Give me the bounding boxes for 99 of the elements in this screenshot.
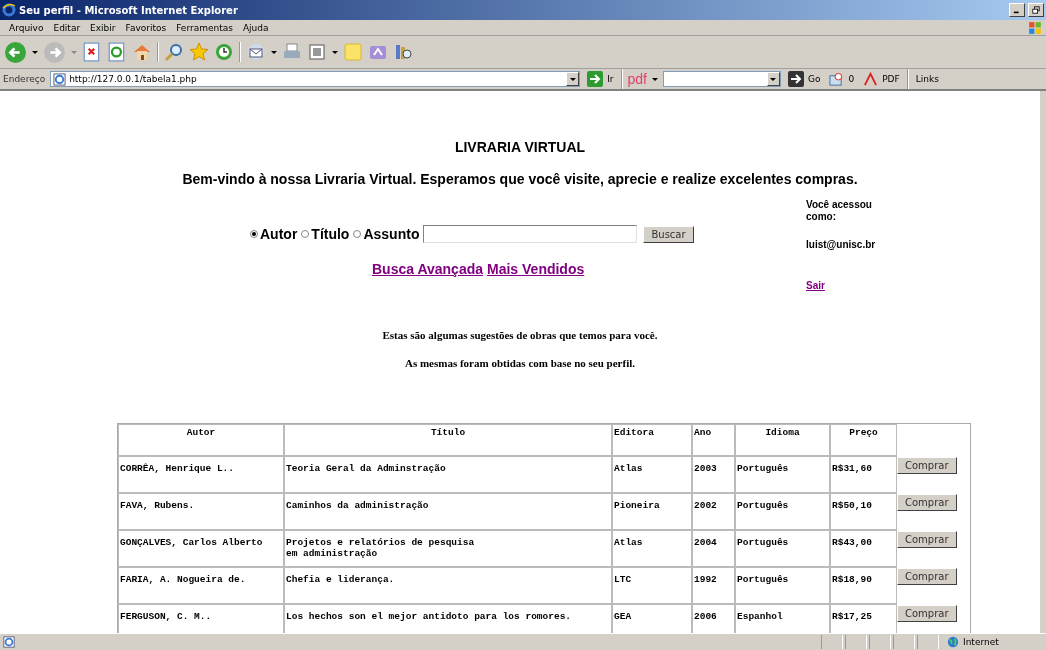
search-button[interactable]: Buscar [643,225,694,243]
table-cell: R$18,90 [830,567,897,604]
welcome-text: Bem-vindo à nossa Livraria Virtual. Esperamos que você visite, aprecie e realize excelentes compras. [181,171,859,187]
table-cell: Projetos e relatórios de pesquisa em administração [284,530,612,567]
page-heading: LIVRARIA VIRTUAL [453,139,587,155]
table-cell: Português [735,493,830,530]
arrow-icon [787,71,804,87]
search-icon[interactable] [164,42,184,62]
intro-text: Estas são algumas sugestões de obras que temos para você. [381,329,659,341]
table-cell: Atlas [612,456,692,493]
table-cell: 1992 [692,567,735,604]
history-icon[interactable] [214,42,234,62]
dropdown-caret-icon[interactable] [651,76,658,82]
globe-icon [947,636,959,648]
buy-button[interactable]: Comprar [897,494,957,511]
browser-logo-icon [2,3,16,17]
caret-icon [770,76,777,82]
windows-flag-icon [1028,20,1042,35]
buy-button[interactable]: Comprar [897,531,957,548]
page-icon [3,636,15,648]
table-cell: Português [735,567,830,604]
window-title: Seu perfil - Microsoft Internet Explorer [19,4,238,16]
user-email: luist@unisc.br [806,239,877,250]
nav-link[interactable]: Busca Avançada [372,261,483,277]
address-value: http://127.0.0.1/tabela1.php [69,74,197,84]
search-option-radio[interactable]: Assunto [353,226,420,242]
dropdown-caret-icon[interactable] [32,49,38,55]
logout-link[interactable]: Sair [806,280,825,291]
table-cell: FERGUSON, C. M.. [118,604,284,633]
column-header: Ano [692,424,735,456]
menu-item[interactable]: Arquivo [4,22,49,33]
column-header: Editora [612,424,692,456]
document-icon[interactable] [307,42,327,62]
star-icon[interactable] [189,42,209,62]
table-cell: GEA [612,604,692,633]
table-cell: R$50,10 [830,493,897,530]
table-cell: Atlas [612,530,692,567]
home-icon[interactable] [132,42,152,62]
table-cell: Teoria Geral da Adminstração [284,456,612,493]
table-cell: LTC [612,567,692,604]
menu-item[interactable]: Exibir [85,22,121,33]
table-cell: Chefia e liderança. [284,567,612,604]
column-header: Autor [118,424,284,456]
buy-button[interactable]: Comprar [897,457,957,474]
table-cell: FARIA, A. Nogueira de. [118,567,284,604]
address-label: Endereço [3,74,46,84]
table-cell: Português [735,456,830,493]
restore-button[interactable] [1028,3,1044,17]
security-zone: Internet [941,636,1043,648]
column-header: Título [284,424,612,456]
table-cell: Português [735,530,830,567]
restore-icon [1032,6,1040,14]
links-button[interactable]: Links [913,74,941,84]
intro-text: As mesmas foram obtidas com base no seu perfil. [403,357,637,369]
column-header: Idioma [735,424,830,456]
table-cell: 2002 [692,493,735,530]
menu-item[interactable]: Ferramentas [171,22,238,33]
pdf-icon [863,71,879,87]
table-cell: Caminhos da administração [284,493,612,530]
stop-icon[interactable] [82,42,102,62]
menu-item[interactable]: Editar [48,22,86,33]
menu-item[interactable]: Favoritos [120,22,172,33]
menu-item[interactable]: Ajuda [237,22,274,33]
search-field[interactable] [423,225,638,243]
go-button[interactable]: Go [785,71,823,87]
search-option-radio[interactable]: Título [301,226,350,242]
dropdown-caret-icon[interactable] [332,49,338,55]
buy-button[interactable]: Comprar [897,605,957,622]
table-cell: R$43,00 [830,530,897,567]
refresh-icon[interactable] [107,42,127,62]
caret-icon [569,76,576,82]
dropdown-button[interactable] [566,72,580,86]
table-cell: Espanhol [735,604,830,633]
table-cell: 2006 [692,604,735,633]
column-header: Preço [830,424,897,456]
table-cell: R$31,60 [830,456,897,493]
table-cell: FAVA, Rubens. [118,493,284,530]
pdf-search-field[interactable] [662,71,781,87]
go-button[interactable]: Ir [585,71,616,87]
arrow-icon [587,71,604,87]
minimize-button[interactable] [1009,3,1025,17]
pdf-button[interactable]: PDF [861,71,902,87]
page-icon [53,72,67,86]
table-cell: Pioneira [612,493,692,530]
buy-button[interactable]: Comprar [897,568,957,585]
dropdown-button[interactable] [766,72,780,86]
address-field[interactable]: http://127.0.0.1/tabela1.php [50,71,581,87]
table-cell: CORRÊA, Henrique L.. [118,456,284,493]
mail-counter-icon [829,71,845,87]
logged-in-label: Você acessou como: [806,199,873,223]
mail-icon[interactable] [246,42,266,62]
dropdown-caret-icon[interactable] [271,49,277,55]
counter-button[interactable]: 0 [827,71,857,87]
table-cell: Los hechos son el mejor antidoto para los romores. [284,604,612,633]
table-cell: GONÇALVES, Carlos Alberto [118,530,284,567]
table-cell: 2004 [692,530,735,567]
search-option-radio[interactable]: Autor [250,226,298,242]
table-cell: 2003 [692,456,735,493]
nav-link[interactable]: Mais Vendidos [487,261,585,277]
